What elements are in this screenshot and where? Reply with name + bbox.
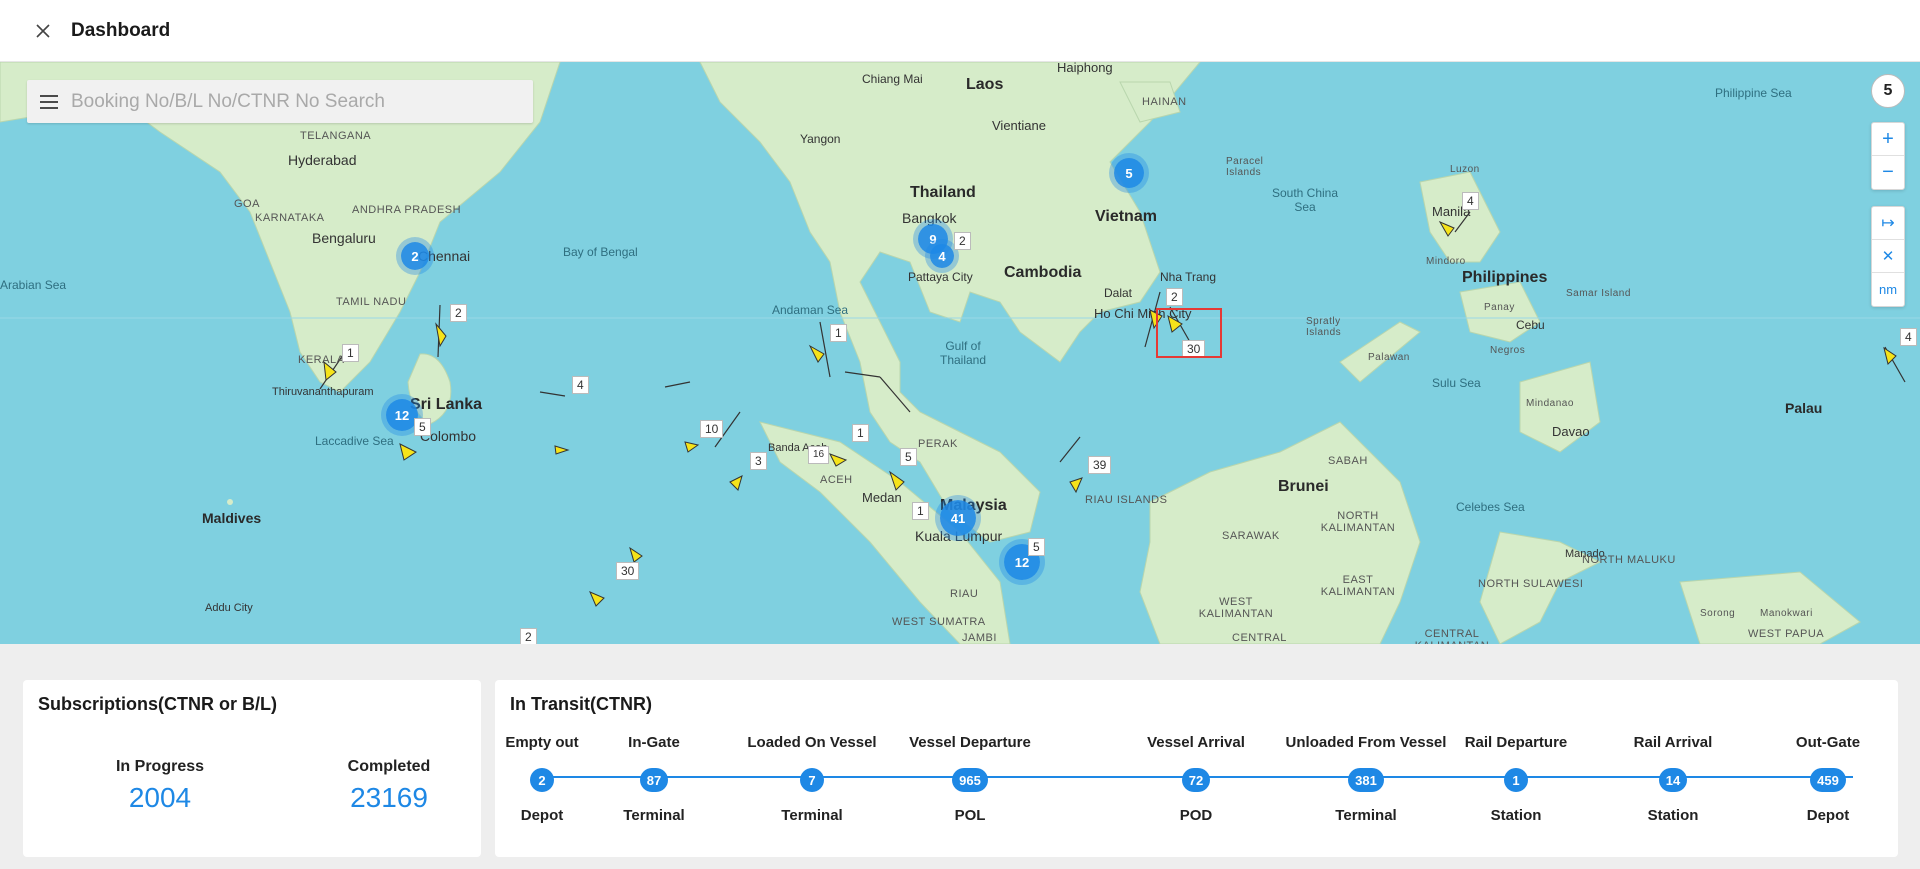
vessel-count-tag[interactable]: 4 (1900, 328, 1917, 346)
vessel-icon (808, 344, 825, 363)
completed-value[interactable]: 23169 (289, 782, 489, 814)
vessel-count-tag[interactable]: 1 (852, 424, 869, 442)
stage-count-badge[interactable]: 87 (639, 768, 669, 792)
vessel-count-tag[interactable]: 30 (616, 562, 640, 580)
vessel-count-tag[interactable]: 1 (912, 502, 929, 520)
vessel-count-tag[interactable]: 39 (1088, 456, 1112, 474)
vessel-icon (889, 470, 905, 491)
vessel-count-tag[interactable]: 2 (954, 232, 971, 250)
stage-location: POD (1179, 807, 1213, 824)
vessel-icon (684, 441, 700, 453)
vessel-count-tag[interactable]: 5 (1028, 538, 1045, 556)
stage-count-badge[interactable]: 72 (1181, 768, 1211, 792)
stage-rail-arrival: Rail Arrival 14 Station (1603, 734, 1743, 824)
vessel-count-tag[interactable]: 4 (1462, 192, 1479, 210)
completed-stat[interactable]: Completed 23169 (289, 758, 489, 814)
stage-location: Terminal (623, 807, 685, 824)
stage-unloaded-from-vessel: Unloaded From Vessel 381 Terminal (1276, 734, 1456, 824)
dashboard-panels: Subscriptions(CTNR or B/L) In Progress 2… (0, 644, 1920, 869)
stage-vessel-arrival: Vessel Arrival 72 POD (1126, 734, 1266, 824)
vessel-count-tag[interactable]: 16 (808, 446, 830, 464)
stage-out-gate: Out-Gate 459 Depot (1758, 734, 1898, 824)
stage-count-badge[interactable]: 381 (1348, 768, 1384, 792)
in-progress-stat[interactable]: In Progress 2004 (60, 758, 260, 814)
stage-vessel-departure: Vessel Departure 965 POL (900, 734, 1040, 824)
selected-vessel-highlight (1156, 308, 1222, 358)
vessel-count-tag[interactable]: 1 (342, 344, 359, 362)
vessel-count-tag[interactable]: 2 (1166, 288, 1183, 306)
stage-location: POL (954, 807, 986, 824)
stage-location: Terminal (781, 807, 843, 824)
vessel-count-tag[interactable]: 10 (700, 420, 724, 438)
stage-loaded-on-vessel: Loaded On Vessel 7 Terminal (742, 734, 882, 824)
tool-controls: ↦ ✕ nm (1871, 206, 1905, 307)
subscriptions-title: Subscriptions(CTNR or B/L) (38, 694, 277, 714)
stage-count-badge[interactable]: 1 (1504, 768, 1528, 792)
stage-count-badge[interactable]: 7 (800, 768, 824, 792)
vessel-count-tag[interactable]: 2 (450, 304, 467, 322)
top-bar: Dashboard (0, 0, 1920, 62)
vessel-count-tag[interactable]: 1 (830, 324, 847, 342)
in-transit-title: In Transit(CTNR) (510, 694, 652, 714)
vessel-icon (399, 443, 417, 461)
vessel-count-tag[interactable]: 2 (520, 628, 537, 644)
stage-in-gate: In-Gate 87 Terminal (584, 734, 724, 824)
stage-count-badge[interactable]: 14 (1658, 768, 1688, 792)
stage-count-badge[interactable]: 965 (952, 768, 988, 792)
in-progress-value[interactable]: 2004 (60, 782, 260, 814)
page-title: Dashboard (71, 19, 171, 41)
clear-icon[interactable]: ✕ (1872, 240, 1904, 273)
stage-label: Unloaded From Vessel (1285, 734, 1447, 751)
stage-location: Station (1490, 807, 1542, 824)
stage-location: Station (1647, 807, 1699, 824)
stage-label: In-Gate (628, 734, 680, 751)
map-view[interactable]: Laos Thailand Vietnam Cambodia Philippin… (0, 62, 1920, 644)
vessel-count-tag[interactable]: 5 (414, 418, 431, 436)
completed-label: Completed (347, 758, 431, 775)
in-transit-card: In Transit(CTNR) Empty out 2 Depot In-Ga… (495, 680, 1898, 857)
stage-label: Loaded On Vessel (747, 734, 877, 751)
vessel-icon (323, 360, 337, 381)
in-progress-label: In Progress (115, 758, 205, 775)
vessel-icon (1069, 477, 1083, 494)
stage-label: Rail Arrival (1633, 734, 1713, 751)
measure-icon[interactable]: ↦ (1872, 207, 1904, 240)
stage-count-badge[interactable]: 459 (1810, 768, 1846, 792)
unit-toggle-button[interactable]: nm (1872, 273, 1904, 306)
vessel-count-tag[interactable]: 4 (572, 376, 589, 394)
close-icon[interactable] (31, 19, 55, 43)
vessel-count-tag[interactable]: 5 (900, 448, 917, 466)
vessel-icon (589, 591, 605, 607)
stage-location: Depot (1806, 807, 1850, 824)
stage-label: Vessel Arrival (1147, 734, 1245, 751)
vessel-icon (1883, 346, 1897, 365)
stage-location: Terminal (1335, 807, 1397, 824)
stage-label: Vessel Departure (909, 734, 1031, 751)
vessel-count-tag[interactable]: 3 (750, 452, 767, 470)
zoom-controls: + − (1871, 122, 1905, 190)
stage-rail-departure: Rail Departure 1 Station (1446, 734, 1586, 824)
vessel-markers (323, 220, 1897, 607)
vessel-icon (554, 445, 570, 455)
vessel-icon (435, 322, 447, 348)
stage-label: Rail Departure (1464, 734, 1568, 751)
vessel-icon (828, 453, 848, 467)
zoom-in-button[interactable]: + (1872, 123, 1904, 156)
stage-count-badge[interactable]: 2 (530, 768, 554, 792)
vessel-icon (1438, 220, 1455, 237)
vessel-icon (729, 475, 743, 491)
zoom-level-badge: 5 (1871, 74, 1905, 108)
stage-label: Out-Gate (1795, 734, 1861, 751)
vessel-icon (629, 546, 643, 563)
zoom-out-button[interactable]: − (1872, 156, 1904, 189)
subscriptions-card: Subscriptions(CTNR or B/L) In Progress 2… (23, 680, 481, 857)
